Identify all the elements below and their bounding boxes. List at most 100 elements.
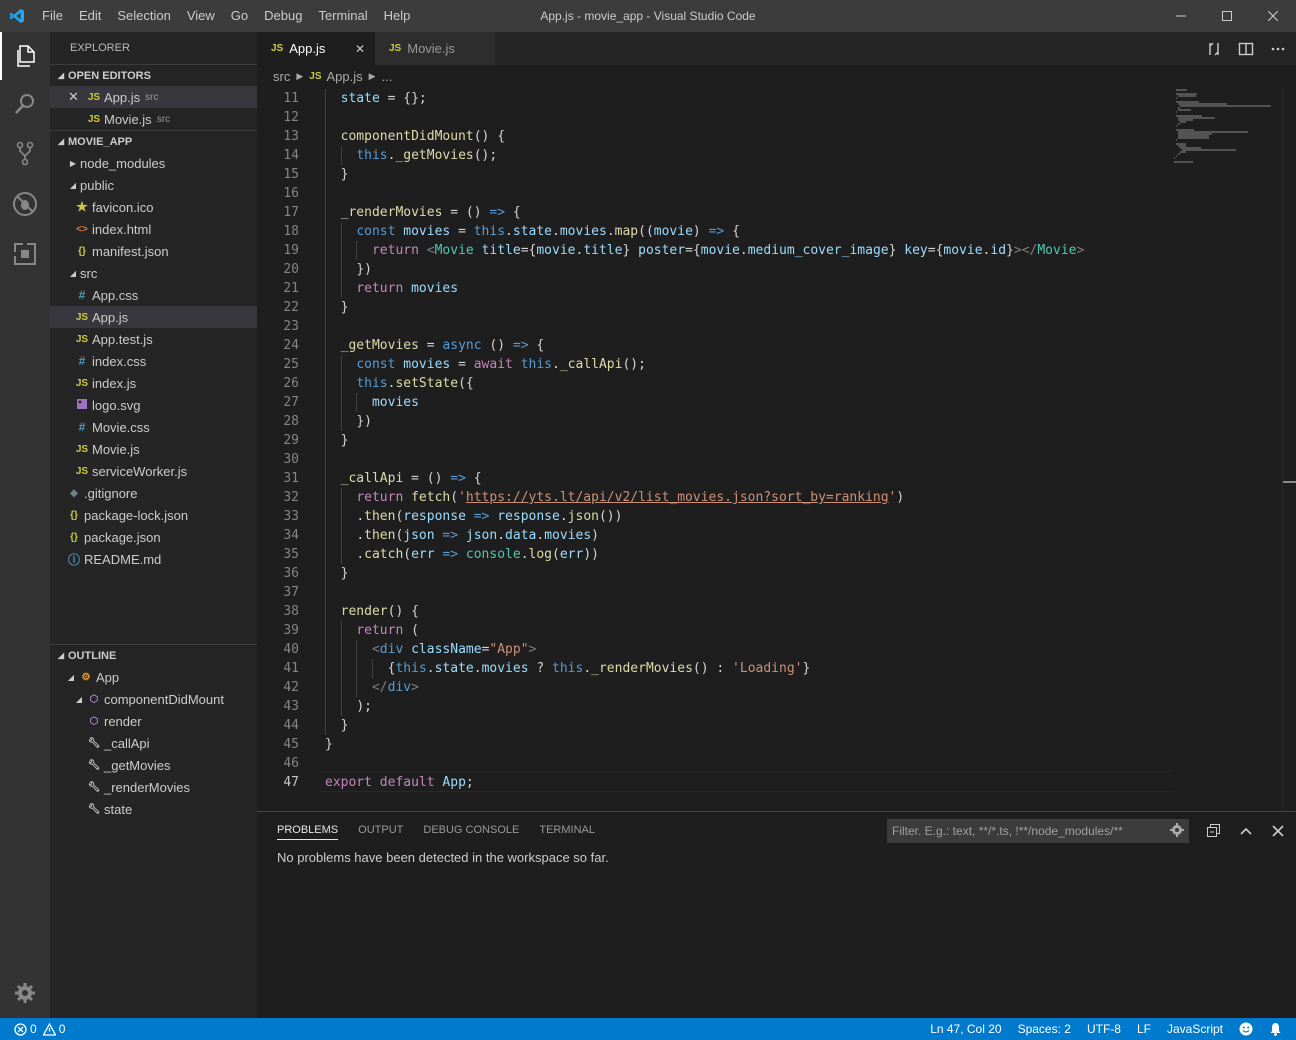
line-number: 29: [283, 433, 299, 448]
tab-debug-console[interactable]: DEBUG CONSOLE: [423, 812, 519, 848]
tab-movie-js[interactable]: JS Movie.js: [375, 32, 495, 65]
end-of-line[interactable]: LF: [1129, 1018, 1159, 1040]
cursor-position[interactable]: Ln 47, Col 20: [922, 1018, 1009, 1040]
filter-placeholder: Filter. E.g.: text, **/*.ts, !**/node_mo…: [892, 824, 1123, 838]
outline-label: OUTLINE: [68, 649, 117, 662]
outline-item-render[interactable]: ⬡ render: [50, 710, 257, 732]
code-editor[interactable]: 11 state = {}; 12 13 componentDidMount() {…: [257, 87, 1171, 809]
tree-item-label: Movie.css: [92, 419, 150, 435]
tree-file-index-html[interactable]: <> index.html: [50, 218, 257, 240]
open-editor-movie-js[interactable]: JS Movie.js src: [50, 108, 257, 130]
tree-file-index-css[interactable]: # index.css: [50, 350, 257, 372]
project-label: MOVIE_APP: [68, 135, 133, 148]
minimize-button[interactable]: [1158, 0, 1204, 32]
line-number: 35: [283, 547, 299, 562]
tree-file-service-worker[interactable]: JS serviceWorker.js: [50, 460, 257, 482]
open-editor-app-js[interactable]: ✕ JS App.js src: [50, 86, 257, 108]
outline-section: ◢ OUTLINE ◢ ⚙ App ◢ ⬡ componentDidMount ⬡ rend…: [50, 644, 257, 820]
open-editors-header[interactable]: ◢ OPEN EDITORS: [50, 64, 257, 86]
tree-file-movie-js[interactable]: JS Movie.js: [50, 438, 257, 460]
tree-folder-src[interactable]: ◢ src: [50, 262, 257, 284]
tree-file-favicon[interactable]: ★ favicon.ico: [50, 196, 257, 218]
tree-file-package-json[interactable]: {} package.json: [50, 526, 257, 548]
line-number: 14: [283, 148, 299, 163]
close-panel-icon[interactable]: [1266, 819, 1290, 843]
menu-terminal[interactable]: Terminal: [310, 0, 375, 32]
outline-item-component-did-mount[interactable]: ◢ ⬡ componentDidMount: [50, 688, 257, 710]
code-line: );: [356, 699, 372, 714]
tree-file-package-lock[interactable]: {} package-lock.json: [50, 504, 257, 526]
split-editor-icon[interactable]: [1230, 32, 1262, 65]
close-window-button[interactable]: [1250, 0, 1296, 32]
minimap[interactable]: [1171, 87, 1282, 809]
activity-bar: [0, 32, 50, 1018]
tree-folder-node-modules[interactable]: ▶ node_modules: [50, 152, 257, 174]
minimap-line: [1178, 123, 1180, 125]
indent-guide: [325, 89, 326, 735]
more-actions-icon[interactable]: [1262, 32, 1294, 65]
minimap-line: [1180, 105, 1271, 107]
problems-status[interactable]: 0 0: [0, 1018, 73, 1040]
open-changes-icon[interactable]: [1198, 32, 1230, 65]
outline-header[interactable]: ◢ OUTLINE: [50, 644, 257, 666]
tree-file-app-test-js[interactable]: JS App.test.js: [50, 328, 257, 350]
maximize-button[interactable]: [1204, 0, 1250, 32]
extensions-icon[interactable]: [0, 230, 50, 278]
outline-item-render-movies[interactable]: 🔧︎ _renderMovies: [50, 776, 257, 798]
tree-file-logo-svg[interactable]: logo.svg: [50, 394, 257, 416]
css-file-icon: #: [78, 288, 86, 302]
source-control-icon[interactable]: [0, 130, 50, 178]
filter-settings-icon[interactable]: [1169, 822, 1185, 846]
explorer-icon[interactable]: [0, 32, 50, 80]
indentation[interactable]: Spaces: 2: [1010, 1018, 1079, 1040]
tree-file-movie-css[interactable]: # Movie.css: [50, 416, 257, 438]
tree-file-app-js[interactable]: JS App.js: [50, 306, 257, 328]
close-icon[interactable]: ✕: [68, 89, 86, 105]
menu-go[interactable]: Go: [223, 0, 256, 32]
line-number: 16: [283, 186, 299, 201]
breadcrumb-file[interactable]: App.js: [327, 69, 363, 84]
maximize-panel-icon[interactable]: [1234, 819, 1258, 843]
tree-item-label: index.js: [92, 375, 137, 391]
line-number: 43: [283, 699, 299, 714]
feedback-smiley-icon[interactable]: [1231, 1022, 1261, 1036]
close-icon[interactable]: ✕: [355, 42, 365, 56]
class-icon: ⚙: [81, 671, 91, 683]
menu-debug[interactable]: Debug: [256, 0, 310, 32]
tab-output[interactable]: OUTPUT: [358, 812, 403, 848]
project-header[interactable]: ◢ MOVIE_APP: [50, 130, 257, 152]
tab-app-js[interactable]: JS App.js ✕: [257, 32, 375, 65]
menu-file[interactable]: File: [34, 0, 71, 32]
collapse-all-icon[interactable]: [1202, 819, 1226, 843]
notifications-bell-icon[interactable]: [1261, 1022, 1296, 1036]
line-number: 46: [283, 756, 299, 771]
tree-file-readme[interactable]: ⓘ README.md: [50, 548, 257, 570]
tree-file-app-css[interactable]: # App.css: [50, 284, 257, 306]
tree-file-gitignore[interactable]: ◆ .gitignore: [50, 482, 257, 504]
tab-terminal[interactable]: TERMINAL: [539, 812, 595, 848]
menu-help[interactable]: Help: [376, 0, 419, 32]
breadcrumb-more[interactable]: ...: [382, 69, 393, 84]
outline-item-call-api[interactable]: 🔧︎ _callApi: [50, 732, 257, 754]
outline-item-label: render: [104, 713, 142, 729]
problems-filter-input[interactable]: Filter. E.g.: text, **/*.ts, !**/node_mo…: [887, 819, 1189, 843]
vertical-scrollbar[interactable]: [1282, 87, 1296, 809]
debug-icon[interactable]: [0, 180, 50, 228]
settings-gear-icon[interactable]: [0, 969, 50, 1017]
outline-item-get-movies[interactable]: 🔧︎ _getMovies: [50, 754, 257, 776]
outline-item-state[interactable]: 🔧︎ state: [50, 798, 257, 820]
encoding[interactable]: UTF-8: [1079, 1018, 1129, 1040]
search-icon[interactable]: [0, 80, 50, 128]
menu-edit[interactable]: Edit: [71, 0, 109, 32]
chevron-right-icon: ▶: [69, 158, 77, 168]
outline-item-app[interactable]: ◢ ⚙ App: [50, 666, 257, 688]
tree-folder-public[interactable]: ◢ public: [50, 174, 257, 196]
menu-view[interactable]: View: [179, 0, 223, 32]
menu-selection[interactable]: Selection: [109, 0, 178, 32]
tree-item-label: package.json: [84, 529, 161, 545]
tree-file-manifest[interactable]: {} manifest.json: [50, 240, 257, 262]
tree-file-index-js[interactable]: JS index.js: [50, 372, 257, 394]
tab-problems[interactable]: PROBLEMS: [277, 812, 339, 840]
language-mode[interactable]: JavaScript: [1159, 1018, 1231, 1040]
breadcrumb-folder[interactable]: src: [273, 69, 290, 84]
